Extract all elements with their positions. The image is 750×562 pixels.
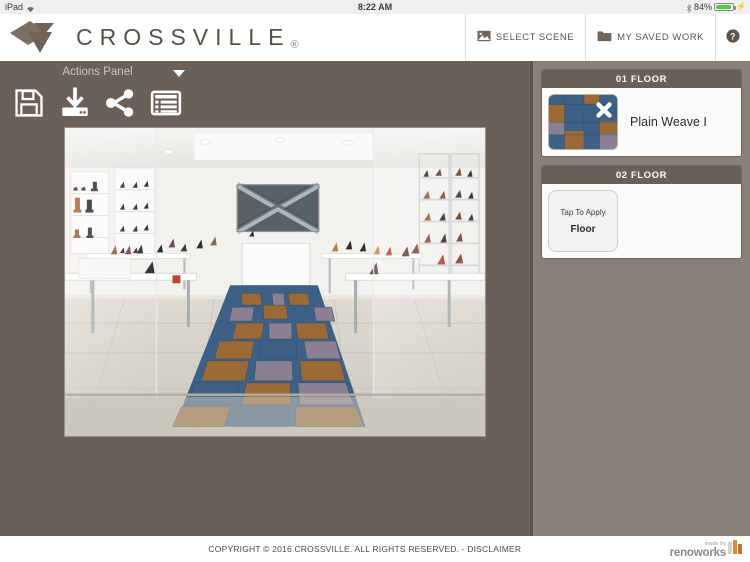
chevron-down-icon[interactable] — [173, 70, 185, 77]
shoe-store-interior-scene[interactable] — [65, 128, 485, 437]
app-root: iPad 8:22 AM 84% ⚡ CROSSVILLE® SELECT SC… — [0, 0, 750, 562]
renoworks-attribution[interactable]: made by renoworks — [670, 539, 750, 559]
help-circle-icon: ? — [726, 29, 740, 46]
download-button[interactable] — [58, 86, 92, 125]
share-button[interactable] — [103, 86, 137, 125]
renoworks-text: made by renoworks — [669, 540, 727, 560]
status-right: 84% ⚡ — [550, 0, 750, 14]
carrier-label: iPad — [5, 2, 24, 12]
my-saved-work-label: MY SAVED WORK — [617, 32, 704, 43]
renoworks-bars-icon — [728, 539, 743, 559]
page-title: CROSSVILLE® — [76, 24, 299, 51]
image-icon — [477, 30, 491, 45]
wifi-icon — [26, 3, 35, 13]
folder-icon — [597, 30, 612, 45]
charging-bolt-icon: ⚡ — [736, 2, 746, 11]
battery-icon — [714, 3, 737, 11]
help-button[interactable]: ? — [715, 14, 750, 61]
app-header: CROSSVILLE® SELECT SCENE MY SAVED WORK ? — [0, 14, 750, 61]
placeholder-floor-label: Floor — [570, 223, 596, 235]
layer-body-02: Tap To Apply Floor — [542, 184, 741, 258]
made-by-label: made by — [704, 540, 726, 547]
select-scene-button[interactable]: SELECT SCENE — [464, 14, 585, 61]
layer-card-02-floor: 02 FLOOR Tap To Apply Floor — [541, 165, 742, 259]
remove-layer-close-icon[interactable] — [593, 99, 615, 121]
svg-text:?: ? — [730, 31, 736, 41]
actions-panel-buttons — [0, 83, 195, 128]
registered-mark: ® — [290, 39, 299, 51]
actions-panel: Actions Panel — [0, 61, 195, 130]
layers-rail: 01 FLOOR Plain Weave I 02 FLOOR Tap To A… — [530, 61, 750, 536]
battery-percent: 84% — [694, 2, 713, 12]
layer-body-01: Plain Weave I — [542, 88, 741, 156]
my-saved-work-button[interactable]: MY SAVED WORK — [585, 14, 715, 61]
header-actions: SELECT SCENE MY SAVED WORK ? — [464, 14, 750, 61]
actions-panel-header[interactable]: Actions Panel — [0, 61, 195, 83]
app-footer: COPYRIGHT © 2016 CROSSVILLE. ALL RIGHTS … — [0, 536, 750, 562]
actions-panel-title: Actions Panel — [62, 66, 133, 78]
select-scene-label: SELECT SCENE — [495, 32, 575, 43]
tap-to-apply-label: Tap To Apply — [560, 207, 606, 217]
layer-title-02: 02 FLOOR — [542, 166, 741, 184]
status-time: 8:22 AM — [357, 2, 393, 12]
tap-to-apply-floor-button[interactable]: Tap To Apply Floor — [548, 190, 618, 252]
layer-card-01-floor: 01 FLOOR Plain Weave I — [541, 69, 742, 157]
scene-stage — [64, 61, 530, 536]
ios-status-bar: iPad 8:22 AM 84% ⚡ — [0, 0, 750, 14]
bluetooth-icon — [686, 3, 692, 13]
renoworks-name: renoworks — [669, 546, 727, 559]
save-button[interactable] — [12, 86, 46, 125]
brand-lockup: CROSSVILLE® — [0, 19, 465, 57]
layer-title-01: 01 FLOOR — [542, 70, 741, 88]
swatch-thumbnail[interactable] — [548, 94, 618, 150]
copyright-text[interactable]: COPYRIGHT © 2016 CROSSVILLE. ALL RIGHTS … — [0, 544, 670, 554]
crossville-diamond-logo-icon — [8, 19, 68, 57]
scene-viewport[interactable] — [64, 127, 486, 437]
status-left: iPad — [0, 0, 200, 14]
list-button[interactable] — [149, 86, 183, 125]
layer-product-name: Plain Weave I — [630, 115, 707, 129]
